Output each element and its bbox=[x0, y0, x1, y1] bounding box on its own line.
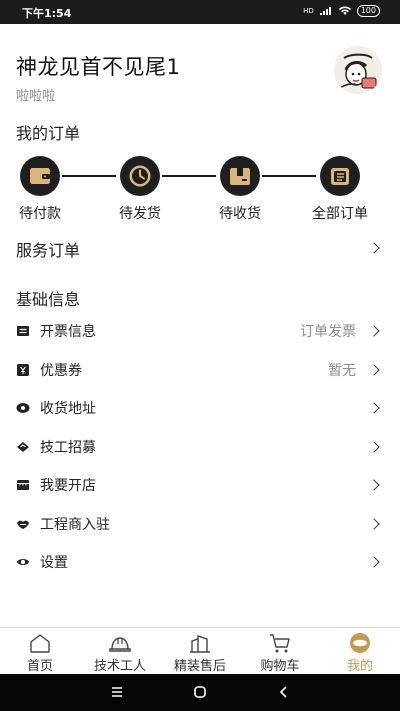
tab-label: 技术工人 bbox=[93, 659, 146, 674]
list-item-label: 收货地址 bbox=[40, 401, 96, 417]
back-icon[interactable] bbox=[279, 686, 289, 698]
chevron-right-icon bbox=[368, 440, 380, 453]
order-pending-payment[interactable]: 待付款 bbox=[0, 156, 80, 223]
tab-label: 首页 bbox=[26, 659, 53, 674]
profile-name[interactable]: 神龙见首不见尾1 bbox=[16, 51, 180, 81]
location-icon bbox=[16, 403, 30, 413]
system-nav-bar bbox=[0, 674, 400, 711]
network-label: HD bbox=[303, 7, 314, 15]
invoice-icon bbox=[17, 326, 29, 336]
chevron-right-icon bbox=[368, 363, 380, 376]
order-status-bar: 待付款 待发货 待收货 全部订单 bbox=[0, 156, 400, 222]
status-bar: 下午1:54 HD 100 bbox=[0, 0, 400, 24]
basic-info-title: 基础信息 bbox=[16, 290, 81, 309]
list-item-label: 工程商入驻 bbox=[40, 516, 110, 533]
list-item-coupon[interactable]: 优惠券 暂无 bbox=[0, 351, 400, 390]
home-icon bbox=[30, 634, 50, 653]
tab-technicians[interactable]: 技术工人 bbox=[80, 628, 160, 675]
basic-info-list: 开票信息 订单发票 优惠券 暂无 收货地址 技工招募 我要开店 工程商入驻 设置 bbox=[0, 312, 400, 582]
list-item-label: 优惠券 bbox=[40, 362, 82, 379]
settings-icon bbox=[17, 559, 29, 565]
list-item-address[interactable]: 收货地址 bbox=[0, 389, 400, 428]
store-icon bbox=[17, 480, 29, 490]
wallet-icon bbox=[20, 156, 60, 196]
profile-subtitle: 啦啦啦 bbox=[16, 89, 56, 104]
list-item-label: 开票信息 bbox=[40, 324, 96, 340]
recruit-icon bbox=[17, 441, 29, 452]
list-item-label: 设置 bbox=[40, 555, 68, 571]
bottom-tab-bar: 首页 技术工人 精装售后 购物车 我的 bbox=[0, 627, 400, 674]
tab-label: 精装售后 bbox=[173, 659, 226, 674]
order-label: 待收货 bbox=[219, 206, 261, 222]
chevron-right-icon bbox=[368, 556, 380, 568]
cart-icon bbox=[270, 634, 290, 653]
list-item-invoice[interactable]: 开票信息 订单发票 bbox=[0, 312, 400, 351]
list-item-value: 订单发票 bbox=[300, 324, 356, 340]
menu-icon[interactable] bbox=[111, 686, 123, 698]
wifi-icon bbox=[338, 6, 351, 15]
battery-icon: 100 bbox=[356, 5, 380, 17]
order-pending-shipment[interactable]: 待发货 bbox=[100, 156, 180, 223]
list-item-label: 我要开店 bbox=[40, 478, 96, 494]
avatar-image bbox=[334, 46, 382, 94]
profile-icon bbox=[350, 633, 370, 653]
service-orders-label: 服务订单 bbox=[16, 241, 81, 260]
order-label: 待发货 bbox=[119, 206, 161, 222]
chevron-right-icon bbox=[368, 242, 380, 254]
order-label: 全部订单 bbox=[312, 206, 368, 222]
chevron-right-icon bbox=[368, 479, 380, 491]
service-orders-row[interactable]: 服务订单 bbox=[0, 232, 400, 264]
tab-label: 我的 bbox=[346, 659, 373, 674]
tab-label: 购物车 bbox=[260, 659, 300, 674]
list-item-value: 暂无 bbox=[328, 362, 356, 379]
order-all[interactable]: 全部订单 bbox=[300, 156, 380, 223]
helmet-icon bbox=[109, 637, 131, 652]
chevron-right-icon bbox=[368, 402, 380, 414]
coupon-icon bbox=[17, 363, 29, 376]
tab-mine[interactable]: 我的 bbox=[320, 628, 400, 675]
signal-icon bbox=[319, 7, 331, 15]
handshake-icon bbox=[17, 520, 29, 529]
tab-renovation-service[interactable]: 精装售后 bbox=[160, 628, 240, 675]
tab-home[interactable]: 首页 bbox=[0, 628, 80, 675]
home-button-icon[interactable] bbox=[194, 686, 206, 698]
chevron-right-icon bbox=[368, 325, 380, 337]
clock-icon bbox=[120, 156, 160, 196]
tab-cart[interactable]: 购物车 bbox=[240, 628, 320, 675]
list-item-contractor[interactable]: 工程商入驻 bbox=[0, 505, 400, 544]
avatar[interactable] bbox=[334, 46, 382, 94]
buildings-icon bbox=[190, 635, 210, 653]
order-pending-receipt[interactable]: 待收货 bbox=[200, 156, 280, 223]
list-item-open-store[interactable]: 我要开店 bbox=[0, 466, 400, 505]
list-item-label: 技工招募 bbox=[40, 439, 96, 456]
list-item-recruit[interactable]: 技工招募 bbox=[0, 428, 400, 467]
status-time: 下午1:54 bbox=[22, 7, 72, 20]
order-label: 待付款 bbox=[19, 206, 61, 222]
list-item-settings[interactable]: 设置 bbox=[0, 543, 400, 582]
chevron-right-icon bbox=[368, 517, 380, 530]
package-icon bbox=[220, 156, 260, 196]
order-list-icon bbox=[320, 156, 360, 196]
orders-section-title: 我的订单 bbox=[16, 124, 81, 143]
